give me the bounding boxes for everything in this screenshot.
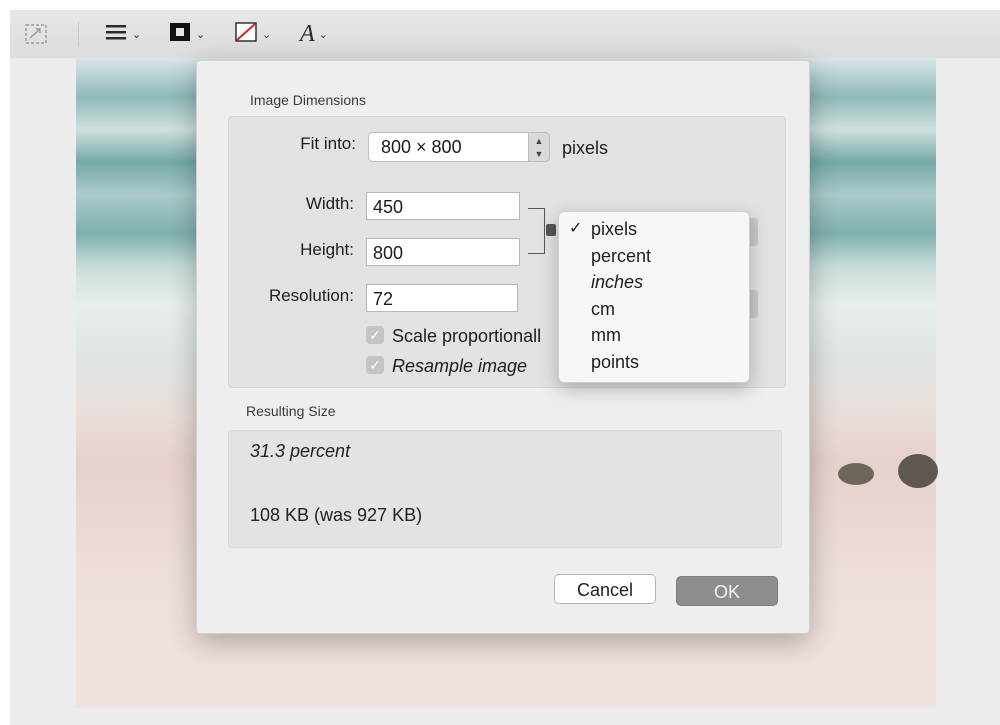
menu-item-percent[interactable]: percent: [559, 243, 749, 269]
lines-menu-icon: [104, 22, 128, 47]
fill-color-button[interactable]: ⌄: [234, 20, 271, 48]
result-percent: 31.3 percent: [250, 441, 351, 461]
resample-image-label: Resample image: [392, 356, 528, 376]
chevron-updown-icon: ▲ ▼: [528, 132, 550, 162]
resolution-field[interactable]: 72: [366, 284, 518, 312]
cancel-button[interactable]: Cancel: [554, 574, 656, 604]
proportion-bracket: [528, 208, 545, 254]
menu-item-label: inches: [591, 272, 644, 292]
resulting-size-heading: Resulting Size: [246, 403, 336, 419]
result-file-size: 108 KB (was 927 KB): [250, 505, 423, 525]
rock: [838, 463, 874, 485]
checkmark-icon: ✓: [569, 220, 583, 237]
menu-item-label: percent: [591, 246, 652, 266]
border-color-button[interactable]: ⌄: [168, 20, 205, 48]
menu-item-label: pixels: [591, 219, 638, 239]
chevron-down-icon: ⌄: [262, 28, 272, 41]
resolution-label: Resolution:: [268, 286, 354, 305]
units-menu: ✓ pixels percent inches cm mm points: [558, 211, 750, 383]
fit-into-label: Fit into:: [300, 134, 356, 153]
text-style-icon: A: [300, 20, 315, 47]
menu-item-inches[interactable]: inches: [559, 269, 749, 295]
chevron-down-icon: ⌄: [196, 28, 206, 41]
menu-item-label: points: [591, 352, 640, 372]
resample-image-checkbox[interactable]: ✓: [366, 356, 384, 374]
height-field[interactable]: 800: [366, 238, 520, 266]
image-dimensions-heading: Image Dimensions: [250, 92, 366, 108]
fit-into-value: 800 × 800: [381, 137, 462, 157]
menu-item-label: cm: [591, 299, 615, 319]
chevron-down-icon: ⌄: [132, 28, 142, 41]
chevron-down-icon: ⌄: [318, 28, 328, 41]
scale-proportionally-checkbox[interactable]: ✓: [366, 326, 384, 344]
menu-item-label: mm: [591, 325, 621, 345]
scale-proportionally-label: Scale proportionall: [392, 326, 542, 346]
toolbar-separator: [78, 22, 79, 46]
menu-item-cm[interactable]: cm: [559, 296, 749, 322]
lock-icon[interactable]: [546, 224, 556, 236]
width-field[interactable]: 450: [366, 192, 520, 220]
menu-item-mm[interactable]: mm: [559, 322, 749, 348]
text-style-button[interactable]: A ⌄: [300, 20, 328, 48]
adjust-size-icon[interactable]: [24, 20, 48, 48]
menu-item-pixels[interactable]: ✓ pixels: [559, 216, 749, 242]
width-label: Width:: [305, 194, 354, 213]
fit-into-popup[interactable]: 800 × 800 ▲ ▼: [368, 132, 550, 162]
fill-color-icon: [234, 21, 258, 48]
fit-into-unit: pixels: [562, 138, 609, 158]
rock: [898, 454, 938, 488]
border-style-icon: [168, 21, 192, 48]
line-style-button[interactable]: ⌄: [104, 20, 141, 48]
toolbar: ⌄ ⌄ ⌄ A ⌄: [10, 10, 1000, 59]
height-label: Height:: [300, 240, 354, 259]
menu-item-points[interactable]: points: [559, 349, 749, 375]
ok-button[interactable]: OK: [676, 576, 778, 606]
